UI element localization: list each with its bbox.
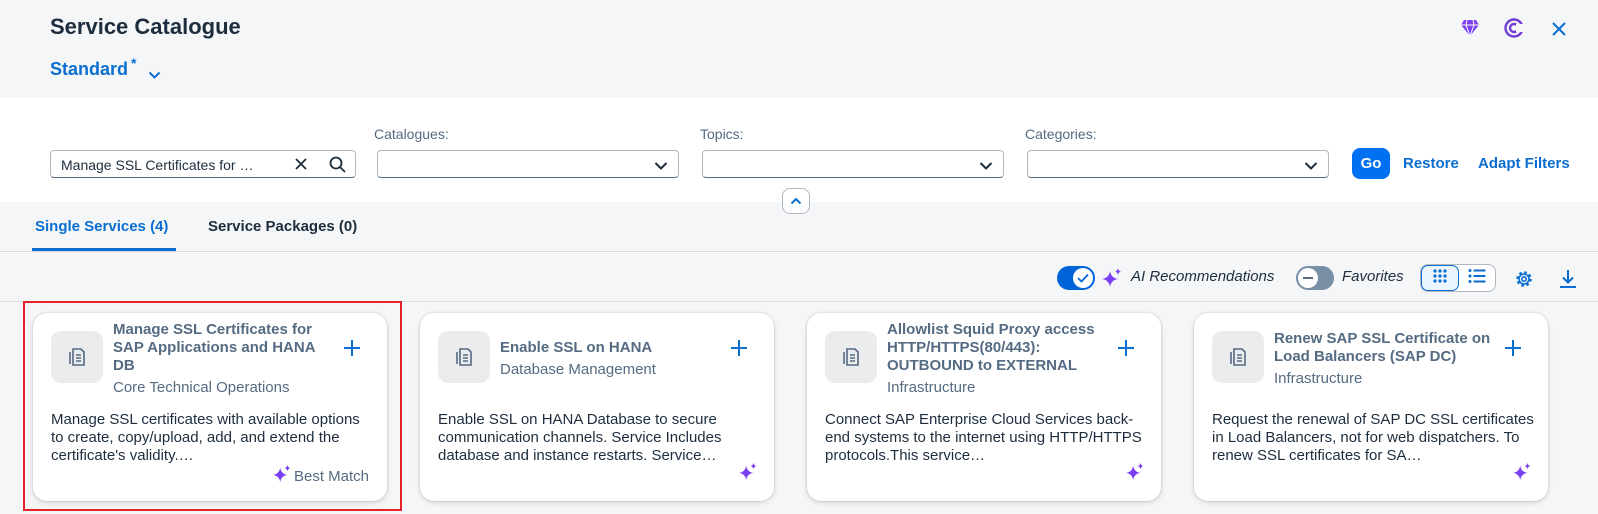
card-subtitle: Infrastructure — [887, 379, 976, 396]
go-button[interactable]: Go — [1352, 148, 1390, 179]
page-title: Service Catalogue — [50, 14, 241, 39]
service-card[interactable]: Renew SAP SSL Certificate on Load Balanc… — [1194, 313, 1548, 501]
categories-select[interactable] — [1027, 150, 1329, 178]
variant-name: Standard — [50, 59, 129, 79]
page-header: Service Catalogue Standard * — [0, 0, 1598, 98]
card-description: Manage SSL certificates with available o… — [51, 411, 360, 464]
catalogues-select[interactable] — [377, 150, 679, 178]
card-title[interactable]: Renew SAP SSL Certificate on Load Balanc… — [1274, 330, 1492, 366]
catalogues-label: Catalogues: — [374, 126, 449, 142]
document-icon — [825, 331, 877, 383]
categories-label: Categories: — [1025, 126, 1097, 142]
card-title[interactable]: Manage SSL Certificates for SAP Applicat… — [113, 321, 331, 375]
download-icon[interactable] — [1556, 267, 1580, 291]
card-title[interactable]: Allowlist Squid Proxy access HTTP/HTTPS(… — [887, 321, 1105, 375]
tab-single-services[interactable]: Single Services (4) — [35, 218, 168, 235]
adapt-filters-button[interactable]: Adapt Filters — [1478, 155, 1570, 172]
document-icon — [51, 331, 103, 383]
document-icon — [1212, 331, 1264, 383]
ai-recommendations-switch[interactable] — [1057, 266, 1095, 290]
list-icon — [1468, 268, 1486, 289]
chevron-down-icon — [654, 158, 668, 176]
gear-icon[interactable] — [1512, 267, 1536, 291]
document-icon — [438, 331, 490, 383]
ai-sparkle-icon — [272, 464, 292, 488]
copilot-icon[interactable] — [1502, 16, 1526, 40]
best-match-badge: Best Match — [272, 464, 369, 488]
add-icon[interactable] — [341, 337, 363, 359]
card-description: Request the renewal of SAP DC SSL certif… — [1212, 411, 1534, 464]
card-subtitle: Database Management — [500, 361, 656, 378]
service-card[interactable]: Manage SSL Certificates for SAP Applicat… — [33, 313, 387, 501]
chevron-down-icon — [1304, 158, 1318, 176]
service-card[interactable]: Enable SSL on HANA Database Management E… — [420, 313, 774, 501]
tab-service-packages[interactable]: Service Packages (0) — [208, 218, 357, 235]
ai-recommendations-label: AI Recommendations — [1131, 268, 1275, 285]
clear-icon[interactable] — [293, 156, 309, 175]
chevron-down-icon — [979, 158, 993, 176]
minus-icon — [1298, 268, 1318, 288]
search-input[interactable]: Manage SSL Certificates for … — [50, 150, 356, 178]
ai-sparkle-icon — [738, 462, 758, 487]
add-icon[interactable] — [728, 337, 750, 359]
topics-select[interactable] — [702, 150, 1004, 178]
view-toggle — [1420, 264, 1496, 292]
filter-bar: Manage SSL Certificates for … Catalogues… — [0, 98, 1598, 202]
favorites-label: Favorites — [1342, 268, 1404, 285]
card-subtitle: Infrastructure — [1274, 370, 1363, 387]
card-subtitle: Core Technical Operations — [113, 379, 290, 396]
grid-icon — [1432, 268, 1448, 289]
best-match-label: Best Match — [293, 467, 369, 485]
diamond-icon[interactable] — [1458, 16, 1482, 40]
search-icon[interactable] — [329, 156, 346, 176]
grid-view-button[interactable] — [1421, 265, 1459, 291]
ai-sparkle-icon — [1512, 462, 1532, 487]
restore-button[interactable]: Restore — [1403, 155, 1459, 172]
add-icon[interactable] — [1502, 337, 1524, 359]
card-description: Connect SAP Enterprise Cloud Services ba… — [825, 411, 1142, 464]
results-toolbar: AI Recommendations Favorites — [0, 262, 1598, 302]
chevron-down-icon — [148, 64, 161, 85]
favorites-switch[interactable] — [1296, 266, 1334, 290]
variant-selector[interactable]: Standard * — [50, 55, 161, 85]
ai-sparkle-icon — [1125, 462, 1145, 487]
tab-bar: Single Services (4) Service Packages (0) — [0, 202, 1598, 252]
variant-modified-marker: * — [131, 55, 137, 71]
topics-label: Topics: — [700, 126, 744, 142]
check-icon — [1073, 268, 1093, 288]
card-description: Enable SSL on HANA Database to secure co… — [438, 411, 722, 464]
service-card[interactable]: Allowlist Squid Proxy access HTTP/HTTPS(… — [807, 313, 1161, 501]
add-icon[interactable] — [1115, 337, 1137, 359]
close-icon[interactable] — [1547, 17, 1571, 41]
ai-sparkle-icon — [1100, 266, 1124, 290]
search-value: Manage SSL Certificates for … — [61, 157, 254, 173]
card-title[interactable]: Enable SSL on HANA — [500, 339, 718, 357]
active-tab-indicator — [32, 248, 176, 251]
list-view-button[interactable] — [1459, 265, 1495, 291]
